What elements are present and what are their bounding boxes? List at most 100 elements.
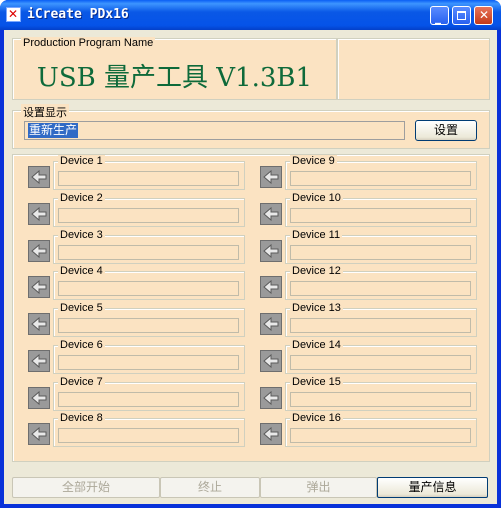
minimize-icon: _: [435, 10, 441, 24]
device-frame: Device 4: [53, 265, 245, 300]
device-label: Device 9: [290, 155, 337, 167]
app-icon: ✕: [6, 7, 21, 22]
program-name-label: Production Program Name: [21, 37, 156, 49]
minimize-button[interactable]: _: [430, 6, 449, 25]
app-window: ✕ iCreate PDx16 _ ✕ Production Program N…: [0, 0, 501, 508]
status-field: 重新生产: [24, 121, 405, 140]
device-label: Device 2: [58, 192, 105, 204]
device-label: Device 15: [290, 376, 343, 388]
device-slot: Device 6: [28, 339, 246, 374]
device-slot: Device 3: [28, 229, 246, 264]
device-slot: Device 9: [260, 155, 478, 190]
device-slot: Device 8: [28, 412, 246, 447]
arrow-left-icon: [28, 276, 50, 298]
close-button[interactable]: ✕: [474, 6, 493, 25]
arrow-left-icon: [28, 387, 50, 409]
device-label: Device 1: [58, 155, 105, 167]
device-frame: Device 14: [285, 339, 477, 374]
device-slot: Device 14: [260, 339, 478, 374]
arrow-left-icon: [260, 423, 282, 445]
device-label: Device 7: [58, 376, 105, 388]
device-slot: Device 15: [260, 376, 478, 411]
device-slot: Device 5: [28, 302, 246, 337]
device-status-field: [290, 428, 471, 443]
stop-button[interactable]: 终止: [160, 477, 260, 498]
device-slot: Device 11: [260, 229, 478, 264]
arrow-left-icon: [28, 203, 50, 225]
start-all-button[interactable]: 全部开始: [12, 477, 160, 498]
device-frame: Device 7: [53, 376, 245, 411]
arrow-left-icon: [260, 313, 282, 335]
arrow-left-icon: [260, 203, 282, 225]
device-label: Device 4: [58, 265, 105, 277]
device-status-field: [290, 281, 471, 296]
arrow-left-icon: [260, 240, 282, 262]
device-slot: Device 10: [260, 192, 478, 227]
device-status-field: [58, 171, 239, 186]
maximize-icon: [457, 11, 466, 20]
device-label: Device 14: [290, 339, 343, 351]
arrow-left-icon: [28, 240, 50, 262]
device-frame: Device 9: [285, 155, 477, 190]
device-frame: Device 12: [285, 265, 477, 300]
device-frame: Device 13: [285, 302, 477, 337]
settings-button[interactable]: 设置: [415, 120, 477, 141]
device-status-field: [58, 355, 239, 370]
device-frame: Device 8: [53, 412, 245, 447]
device-label: Device 12: [290, 265, 343, 277]
device-frame: Device 3: [53, 229, 245, 264]
arrow-left-icon: [28, 166, 50, 188]
device-status-field: [58, 208, 239, 223]
program-name-text: USB 量产工具 V1.3B1: [36, 63, 313, 93]
device-slot: Device 16: [260, 412, 478, 447]
device-status-field: [58, 392, 239, 407]
arrow-left-icon: [260, 350, 282, 372]
arrow-left-icon: [260, 166, 282, 188]
device-slot: Device 13: [260, 302, 478, 337]
client-area: Production Program Name USB 量产工具 V1.3B1 …: [4, 30, 497, 504]
device-label: Device 8: [58, 412, 105, 424]
device-label: Device 11: [290, 229, 343, 241]
right-info-panel: [337, 38, 490, 100]
device-label: Device 3: [58, 229, 105, 241]
production-info-button[interactable]: 量产信息: [377, 477, 488, 498]
arrow-left-icon: [28, 350, 50, 372]
device-frame: Device 10: [285, 192, 477, 227]
device-label: Device 5: [58, 302, 105, 314]
device-slot: Device 2: [28, 192, 246, 227]
device-status-field: [58, 318, 239, 333]
device-slot: Device 12: [260, 265, 478, 300]
device-status-field: [58, 245, 239, 260]
device-frame: Device 6: [53, 339, 245, 374]
device-label: Device 6: [58, 339, 105, 351]
status-text: 重新生产: [28, 123, 79, 138]
device-slot: Device 4: [28, 265, 246, 300]
settings-display-panel: 设置显示 重新生产 设置: [12, 104, 490, 149]
device-frame: Device 1: [53, 155, 245, 190]
maximize-button[interactable]: [452, 6, 471, 25]
device-status-field: [290, 245, 471, 260]
device-frame: Device 11: [285, 229, 477, 264]
title-bar[interactable]: ✕ iCreate PDx16 _ ✕: [0, 0, 501, 30]
device-status-field: [290, 318, 471, 333]
device-frame: Device 15: [285, 376, 477, 411]
arrow-left-icon: [28, 313, 50, 335]
arrow-left-icon: [260, 387, 282, 409]
devices-panel: Device 1 Device 9 Device 2 Device 10 Device …: [12, 154, 490, 462]
arrow-left-icon: [260, 276, 282, 298]
close-icon: ✕: [479, 8, 490, 22]
device-status-field: [290, 392, 471, 407]
device-label: Device 13: [290, 302, 343, 314]
device-slot: Device 7: [28, 376, 246, 411]
device-frame: Device 5: [53, 302, 245, 337]
device-frame: Device 16: [285, 412, 477, 447]
device-status-field: [290, 355, 471, 370]
device-frame: Device 2: [53, 192, 245, 227]
program-name-panel: Production Program Name USB 量产工具 V1.3B1: [12, 37, 337, 100]
eject-button[interactable]: 弹出: [260, 477, 377, 498]
device-status-field: [290, 171, 471, 186]
device-label: Device 10: [290, 192, 343, 204]
device-status-field: [58, 281, 239, 296]
window-title: iCreate PDx16: [27, 7, 129, 22]
device-status-field: [290, 208, 471, 223]
